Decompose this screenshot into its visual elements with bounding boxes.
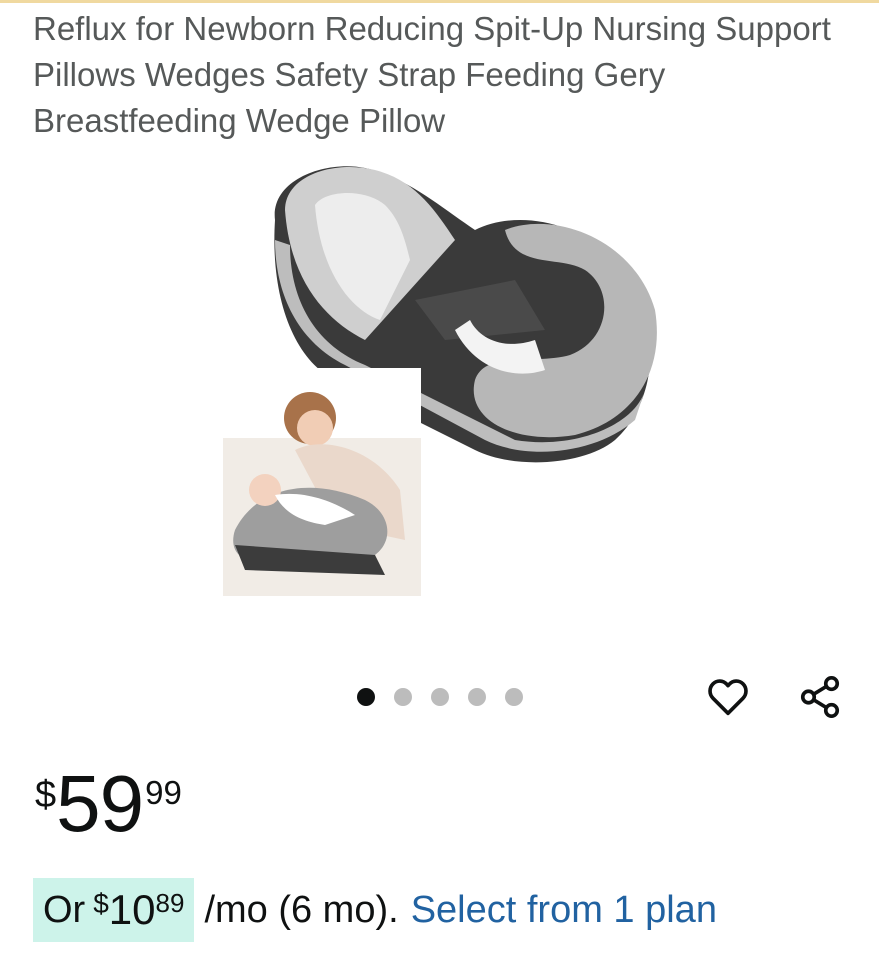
select-plan-link[interactable]: Select from 1 plan	[411, 889, 717, 932]
image-carousel-dots[interactable]	[357, 688, 523, 706]
price: $ 59 99	[35, 756, 182, 852]
top-divider	[0, 0, 879, 3]
heart-icon	[708, 679, 748, 716]
carousel-dot-active[interactable]	[357, 688, 375, 706]
share-button[interactable]	[796, 673, 844, 721]
product-title: Reflux for Newborn Reducing Spit-Up Nurs…	[33, 10, 831, 139]
carousel-dot[interactable]	[431, 688, 449, 706]
installment-fraction: 89	[155, 888, 185, 918]
product-image[interactable]	[215, 150, 665, 610]
carousel-dot[interactable]	[468, 688, 486, 706]
installment-badge: Or $ 10 89	[33, 878, 195, 942]
price-fraction: 99	[145, 774, 182, 811]
carousel-dot[interactable]	[505, 688, 523, 706]
price-whole: 59	[56, 759, 144, 848]
installment-offer: Or $ 10 89 /mo (6 mo). Select from 1 pla…	[33, 878, 717, 942]
installment-prefix: Or	[43, 888, 86, 931]
carousel-dot[interactable]	[394, 688, 412, 706]
share-icon	[800, 676, 840, 718]
inset-photo	[223, 368, 421, 596]
installment-currency: $	[93, 888, 109, 919]
installment-whole: 10	[108, 886, 156, 933]
installment-terms: /mo (6 mo).	[204, 888, 399, 931]
wishlist-button[interactable]	[704, 673, 752, 721]
price-currency: $	[35, 774, 57, 816]
